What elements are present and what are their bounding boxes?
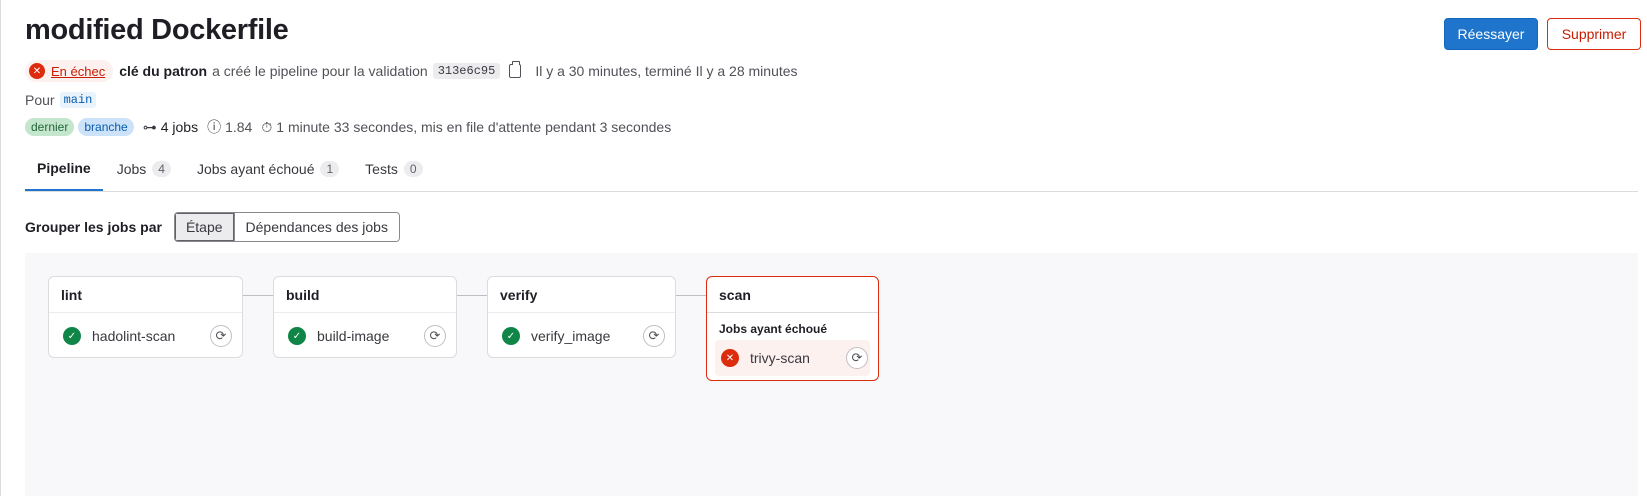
stage-connector	[242, 295, 273, 296]
group-by-toggle: Étape Dépendances des jobs	[173, 212, 400, 242]
tab-label: Pipeline	[37, 160, 91, 176]
group-by-needs-button[interactable]: Dépendances des jobs	[233, 213, 399, 241]
tab-jobs[interactable]: Jobs 4	[105, 147, 183, 190]
tag-latest: dernier	[25, 118, 75, 136]
tab-label: Jobs ayant échoué	[196, 160, 315, 177]
delete-button[interactable]: Supprimer	[1547, 18, 1641, 50]
timer-icon: ⏱	[261, 118, 273, 135]
stage-title: build	[274, 277, 456, 313]
timing-text: Il y a 30 minutes, terminé Il y a 28 min…	[535, 63, 798, 79]
tab-count: 1	[320, 160, 340, 177]
tab-failed-jobs[interactable]: Jobs ayant échoué 1	[185, 147, 351, 190]
tab-tests[interactable]: Tests 0	[353, 147, 434, 190]
stage-title: scan	[707, 277, 878, 313]
pipeline-summary: ✕ En échec clé du patron a créé le pipel…	[25, 60, 798, 82]
x-circle-icon: ✕	[29, 63, 45, 79]
stage-scan: scan Jobs ayant échoué ✕ trivy-scan ⟳	[706, 276, 879, 381]
tab-label: Jobs	[116, 160, 147, 177]
job-name: trivy-scan	[750, 350, 810, 366]
status-badge[interactable]: ✕ En échec	[25, 60, 114, 82]
version-value: 1.84	[225, 119, 253, 135]
check-circle-icon: ✓	[288, 327, 306, 345]
job-verify-image[interactable]: ✓ verify_image ⟳	[496, 318, 667, 354]
job-name: hadolint-scan	[92, 328, 176, 344]
jobs-meta: ⊶ 4 jobs	[143, 119, 198, 136]
x-circle-icon: ✕	[721, 349, 739, 367]
pipeline-graph: lint ✓ hadolint-scan ⟳ build ✓ build-ima…	[25, 253, 1638, 496]
job-name: verify_image	[531, 328, 611, 344]
ref-link[interactable]: main	[59, 92, 97, 108]
stage-title: lint	[49, 277, 242, 313]
tab-pipeline[interactable]: Pipeline	[25, 147, 103, 191]
stage-title: verify	[488, 277, 675, 313]
check-circle-icon: ✓	[502, 327, 520, 345]
retry-icon[interactable]: ⟳	[643, 325, 665, 347]
pipeline-meta: dernier branche ⊶ 4 jobs ⓘ 1.84 ⏱ 1 minu…	[25, 117, 671, 137]
duration-meta: ⏱ 1 minute 33 secondes, mis en file d'at…	[261, 119, 671, 136]
check-circle-icon: ✓	[63, 327, 81, 345]
stage-connector	[456, 295, 487, 296]
pipeline-tabs: Pipeline Jobs 4 Jobs ayant échoué 1 Test…	[25, 147, 1638, 192]
group-by-row: Grouper les jobs par Étape Dépendances d…	[25, 212, 400, 242]
tab-count: 4	[152, 160, 171, 177]
duration-value: 1 minute 33 secondes, mis en file d'atte…	[276, 119, 672, 135]
group-by-stage-button[interactable]: Étape	[174, 213, 234, 241]
author-link[interactable]: clé du patron	[119, 63, 207, 79]
created-text: a créé le pipeline pour la validation	[212, 63, 428, 79]
retry-icon[interactable]: ⟳	[424, 325, 446, 347]
page-title: modified Dockerfile	[25, 14, 289, 46]
copy-icon[interactable]	[509, 61, 522, 78]
stage-build: build ✓ build-image ⟳	[273, 276, 457, 358]
ref-row: Pour main	[25, 90, 97, 110]
job-build-image[interactable]: ✓ build-image ⟳	[282, 318, 448, 354]
job-hadolint-scan[interactable]: ✓ hadolint-scan ⟳	[57, 318, 234, 354]
version-meta: ⓘ 1.84	[207, 117, 252, 137]
job-trivy-scan[interactable]: ✕ trivy-scan ⟳	[715, 340, 870, 376]
tab-count: 0	[403, 160, 423, 177]
link-icon: ⊶	[142, 118, 157, 135]
jobs-count: 4 jobs	[160, 119, 199, 135]
stage-verify: verify ✓ verify_image ⟳	[487, 276, 676, 358]
retry-icon[interactable]: ⟳	[846, 347, 868, 369]
failed-jobs-heading: Jobs ayant échoué	[719, 322, 828, 336]
job-name: build-image	[317, 328, 390, 344]
tab-label: Tests	[365, 160, 398, 177]
for-label: Pour	[25, 92, 55, 108]
status-text: En échec	[51, 63, 106, 79]
retry-button[interactable]: Réessayer	[1444, 18, 1538, 50]
page-border	[0, 0, 1, 496]
stage-lint: lint ✓ hadolint-scan ⟳	[48, 276, 243, 358]
group-by-label: Grouper les jobs par	[25, 219, 162, 235]
commit-sha[interactable]: 313e6c95	[432, 63, 501, 79]
retry-icon[interactable]: ⟳	[210, 325, 232, 347]
tag-branch: branche	[78, 118, 134, 136]
stage-connector	[675, 295, 706, 296]
info-icon: ⓘ	[207, 119, 222, 135]
